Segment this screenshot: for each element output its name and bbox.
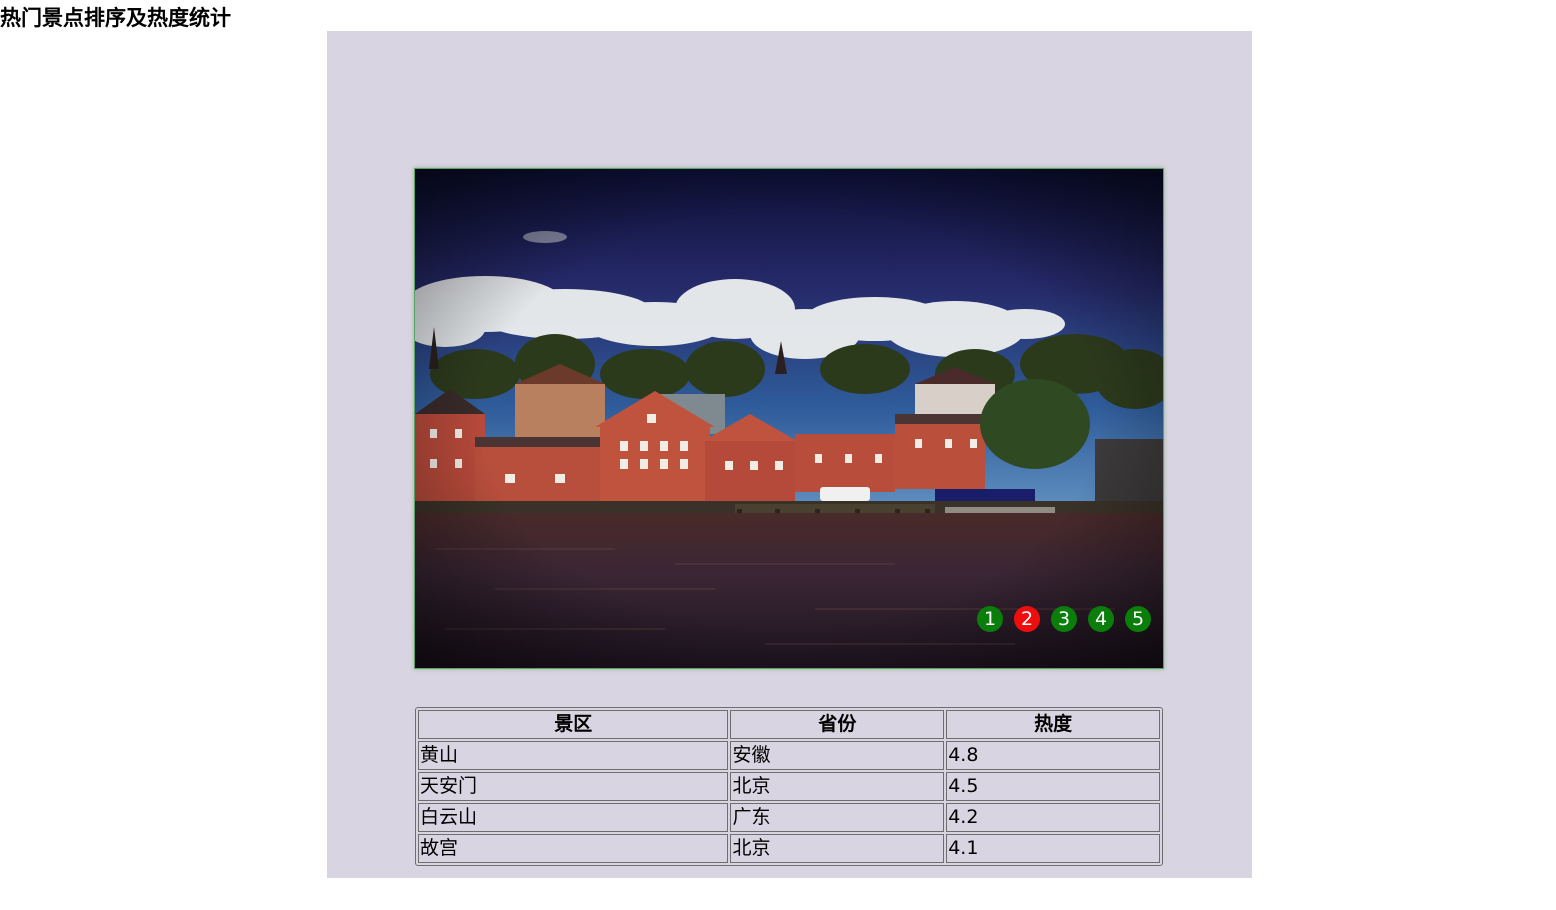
cell-popularity: 4.2: [946, 803, 1160, 832]
cell-scenic-area: 黄山: [418, 741, 729, 770]
carousel-dot-1[interactable]: 1: [977, 606, 1003, 632]
table-row: 故宫 北京 4.1: [418, 834, 1160, 863]
column-header-province: 省份: [730, 710, 945, 739]
cell-popularity: 4.5: [946, 772, 1160, 801]
carousel-pagination: 1 2 3 4 5: [977, 606, 1151, 632]
cell-province: 北京: [730, 772, 945, 801]
cell-scenic-area: 天安门: [418, 772, 729, 801]
attractions-table: 景区 省份 热度 黄山 安徽 4.8 天安门 北京 4.5 白云山 广东 4.2: [415, 707, 1163, 866]
column-header-popularity: 热度: [946, 710, 1160, 739]
cell-scenic-area: 白云山: [418, 803, 729, 832]
table-row: 黄山 安徽 4.8: [418, 741, 1160, 770]
carousel-dot-5[interactable]: 5: [1125, 606, 1151, 632]
cell-province: 广东: [730, 803, 945, 832]
harbor-town-photo: [415, 169, 1163, 668]
table-row: 白云山 广东 4.2: [418, 803, 1160, 832]
cell-popularity: 4.1: [946, 834, 1160, 863]
cell-province: 安徽: [730, 741, 945, 770]
table-header-row: 景区 省份 热度: [418, 710, 1160, 739]
carousel-dot-4[interactable]: 4: [1088, 606, 1114, 632]
column-header-scenic-area: 景区: [418, 710, 729, 739]
carousel-dot-2[interactable]: 2: [1014, 606, 1040, 632]
table-row: 天安门 北京 4.5: [418, 772, 1160, 801]
cell-popularity: 4.8: [946, 741, 1160, 770]
carousel-dot-3[interactable]: 3: [1051, 606, 1077, 632]
cell-province: 北京: [730, 834, 945, 863]
image-carousel[interactable]: 1 2 3 4 5: [414, 168, 1164, 669]
page-title: 热门景点排序及热度统计: [0, 6, 231, 30]
content-panel: 1 2 3 4 5 景区 省份 热度 黄山 安徽 4.8 天安门 北京 4.5: [327, 31, 1252, 878]
cell-scenic-area: 故宫: [418, 834, 729, 863]
